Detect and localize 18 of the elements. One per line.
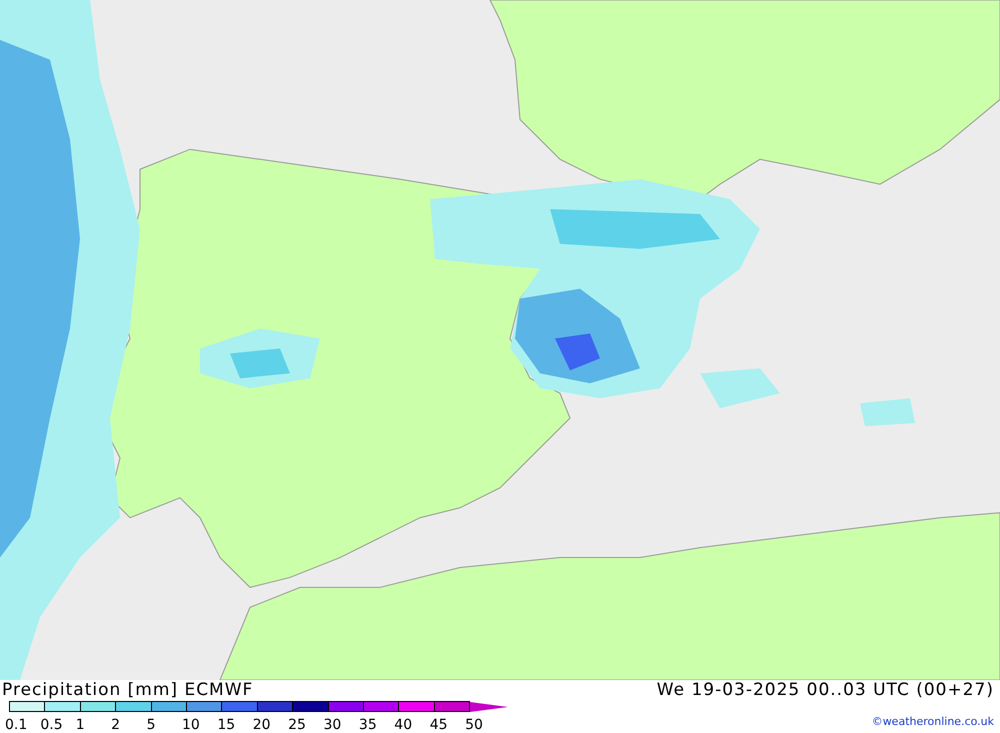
legend-tick-label: 15 [217,717,236,733]
valid-time: We 19-03-2025 00..03 UTC (00+27) [656,680,994,700]
legend-tick-label: 20 [252,717,271,733]
legend-tick-label: 50 [465,717,483,733]
map-title: Precipitation [mm] ECMWF [2,680,254,700]
legend-tick-label: 1 [76,717,85,733]
legend-tick-label: 0.5 [40,717,63,733]
legend-tick-label: 10 [182,717,200,733]
legend-tick-label: 5 [146,717,156,733]
credit-link[interactable]: ©weatheronline.co.uk [872,714,994,730]
legend-tick-label: 35 [358,717,377,733]
legend-arrow-icon [470,702,508,712]
legend-tick-label: 0.1 [5,717,28,733]
legend-tick-label: 40 [394,717,412,733]
legend-tick-label: 2 [111,717,120,733]
legend-tick-label: 45 [430,717,448,733]
legend-tick-label: 25 [288,717,306,733]
legend-tick-label: 30 [324,717,342,733]
